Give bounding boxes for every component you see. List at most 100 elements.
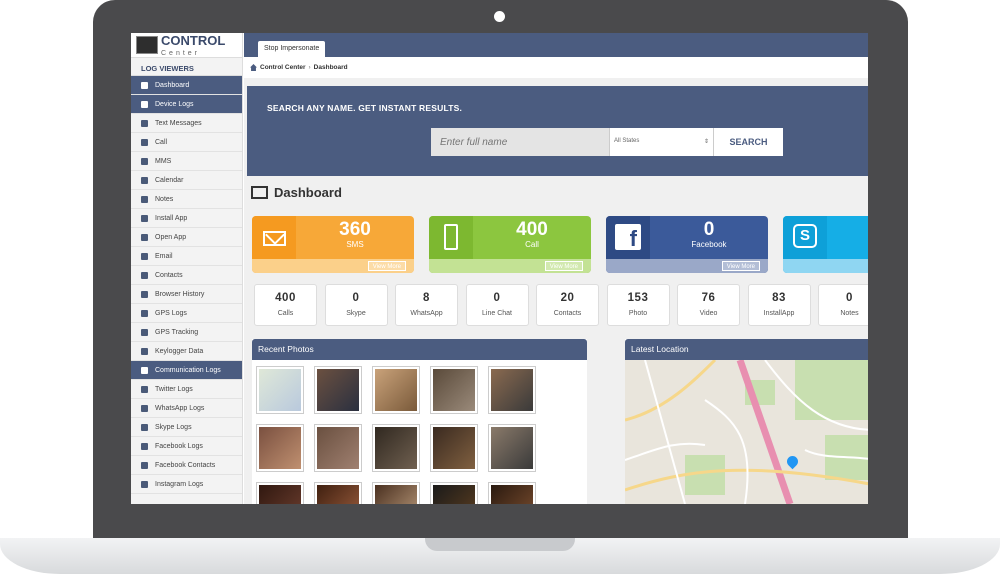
sidebar-item[interactable]: Instagram Logs <box>131 475 242 494</box>
photo-thumbnail[interactable] <box>314 424 362 472</box>
sidebar-item-label: Facebook Contacts <box>155 461 216 469</box>
sidebar-item[interactable]: Calendar <box>131 171 242 190</box>
photo-image <box>317 369 359 411</box>
photo-thumbnail[interactable] <box>372 482 420 504</box>
brand-name: CONTROL <box>161 33 226 48</box>
stat-tile[interactable]: 400 Calls <box>254 284 317 326</box>
sidebar-item[interactable]: Install App <box>131 209 242 228</box>
sms-view-more-button[interactable]: View More <box>367 261 406 271</box>
sidebar-item[interactable]: Skype Logs <box>131 418 242 437</box>
stat-value: 76 <box>701 292 716 304</box>
dashboard-title: Dashboard <box>274 185 342 200</box>
sidebar-item-label: Skype Logs <box>155 423 192 431</box>
photo-image <box>433 427 475 469</box>
stat-label: Contacts <box>553 310 582 317</box>
sidebar-item[interactable]: Open App <box>131 228 242 247</box>
photo-image <box>259 427 301 469</box>
sidebar-item[interactable]: GPS Logs <box>131 304 242 323</box>
photo-thumbnail[interactable] <box>314 366 362 414</box>
sms-icon-tile <box>252 216 296 259</box>
stat-tile[interactable]: 83 InstallApp <box>747 284 811 326</box>
sidebar-item-label: Communication Logs <box>155 366 221 374</box>
photo-thumbnail[interactable] <box>256 366 304 414</box>
stat-tile[interactable]: 153 Photo <box>606 284 670 326</box>
sidebar-item[interactable]: GPS Tracking <box>131 323 242 342</box>
photo-thumbnail[interactable] <box>488 482 536 504</box>
keyboard-icon <box>141 347 148 355</box>
stat-label: Line Chat <box>482 310 512 317</box>
sidebar-item-label: Notes <box>155 195 174 203</box>
instagram-icon <box>141 480 148 488</box>
sidebar-item[interactable]: Communication Logs <box>131 361 242 380</box>
photo-thumbnail[interactable] <box>430 424 478 472</box>
state-select-value: All States <box>614 138 640 144</box>
photo-thumbnail[interactable] <box>488 366 536 414</box>
stat-value: 0 <box>493 292 501 304</box>
sidebar-item[interactable]: Notes <box>131 190 242 209</box>
search-button[interactable]: SEARCH <box>713 128 783 156</box>
tracking-icon <box>141 328 148 336</box>
photo-thumbnail[interactable] <box>256 482 304 504</box>
location-map[interactable] <box>625 360 868 504</box>
sidebar-item[interactable]: WhatsApp Logs <box>131 399 242 418</box>
photo-thumbnail[interactable] <box>256 424 304 472</box>
contacts-icon <box>141 271 148 279</box>
stat-tile[interactable]: 0 Skype <box>324 284 388 326</box>
stop-impersonate-button[interactable]: Stop Impersonate <box>258 41 326 57</box>
sidebar-item[interactable]: Contacts <box>131 266 242 285</box>
brand-sub: Center <box>161 50 201 57</box>
gps-icon <box>141 309 148 317</box>
sms-card[interactable]: 360 SMS View More <box>252 216 414 273</box>
stat-tile[interactable]: 0 Notes <box>818 284 868 326</box>
laptop-frame: CONTROL Center LOG VIEWERS Dashboard Devi… <box>0 0 1000 575</box>
photo-image <box>317 485 359 504</box>
photo-thumbnail[interactable] <box>430 482 478 504</box>
home-icon <box>141 81 148 89</box>
stat-label: Photo <box>628 310 648 317</box>
photo-image <box>433 369 475 411</box>
sidebar-item[interactable]: Browser History <box>131 285 242 304</box>
photo-thumbnail[interactable] <box>430 366 478 414</box>
photo-thumbnail[interactable] <box>314 482 362 504</box>
call-card-footer: View More <box>429 259 591 273</box>
photo-thumbnail[interactable] <box>488 424 536 472</box>
latest-location-panel: Latest Location <box>625 339 868 504</box>
stat-tile[interactable]: 20 Contacts <box>536 284 599 326</box>
sidebar-item[interactable]: Text Messages <box>131 114 242 133</box>
sidebar-item-label: Install App <box>155 214 188 222</box>
sidebar-item[interactable]: Dashboard <box>131 76 242 95</box>
top-bar: Stop Impersonate <box>244 33 868 57</box>
search-title: SEARCH ANY NAME. GET INSTANT RESULTS. <box>267 103 463 113</box>
sidebar-item[interactable]: Email <box>131 247 242 266</box>
sidebar-item[interactable]: Keylogger Data <box>131 342 242 361</box>
photo-thumbnail[interactable] <box>372 424 420 472</box>
sidebar-item[interactable]: Device Logs <box>131 95 242 114</box>
state-select[interactable]: All States ⇕ <box>609 128 713 156</box>
stat-value: 83 <box>772 292 786 304</box>
sidebar-item[interactable]: Facebook Contacts <box>131 456 242 475</box>
stat-tile[interactable]: 76 Video <box>677 284 740 326</box>
facebook-view-more-button[interactable]: View More <box>721 261 760 271</box>
envelope-icon <box>263 231 286 246</box>
sidebar-item-label: Device Logs <box>155 100 194 108</box>
stat-tile[interactable]: 0 Line Chat <box>465 284 529 326</box>
logo[interactable]: CONTROL Center <box>131 33 242 58</box>
home-icon[interactable] <box>250 64 257 71</box>
stat-tile[interactable]: 8 WhatsApp <box>395 284 458 326</box>
breadcrumb-root[interactable]: Control Center <box>260 64 306 71</box>
sidebar-item[interactable]: Twitter Logs <box>131 380 242 399</box>
logo-icon <box>136 36 158 54</box>
sidebar-item[interactable]: Facebook Logs <box>131 437 242 456</box>
photo-thumbnail[interactable] <box>372 366 420 414</box>
sidebar-item[interactable]: MMS <box>131 152 242 171</box>
skype-icon: S <box>793 224 817 248</box>
skype-card[interactable]: S <box>783 216 868 273</box>
call-card[interactable]: 400 Call View More <box>429 216 591 273</box>
stat-label: Notes <box>840 310 859 317</box>
stat-value: 20 <box>560 292 575 304</box>
laptop-notch <box>425 538 575 551</box>
facebook-card[interactable]: f 0 Facebook View More <box>606 216 768 273</box>
search-input[interactable] <box>431 128 609 156</box>
sidebar-item[interactable]: Call <box>131 133 242 152</box>
call-view-more-button[interactable]: View More <box>544 261 583 271</box>
